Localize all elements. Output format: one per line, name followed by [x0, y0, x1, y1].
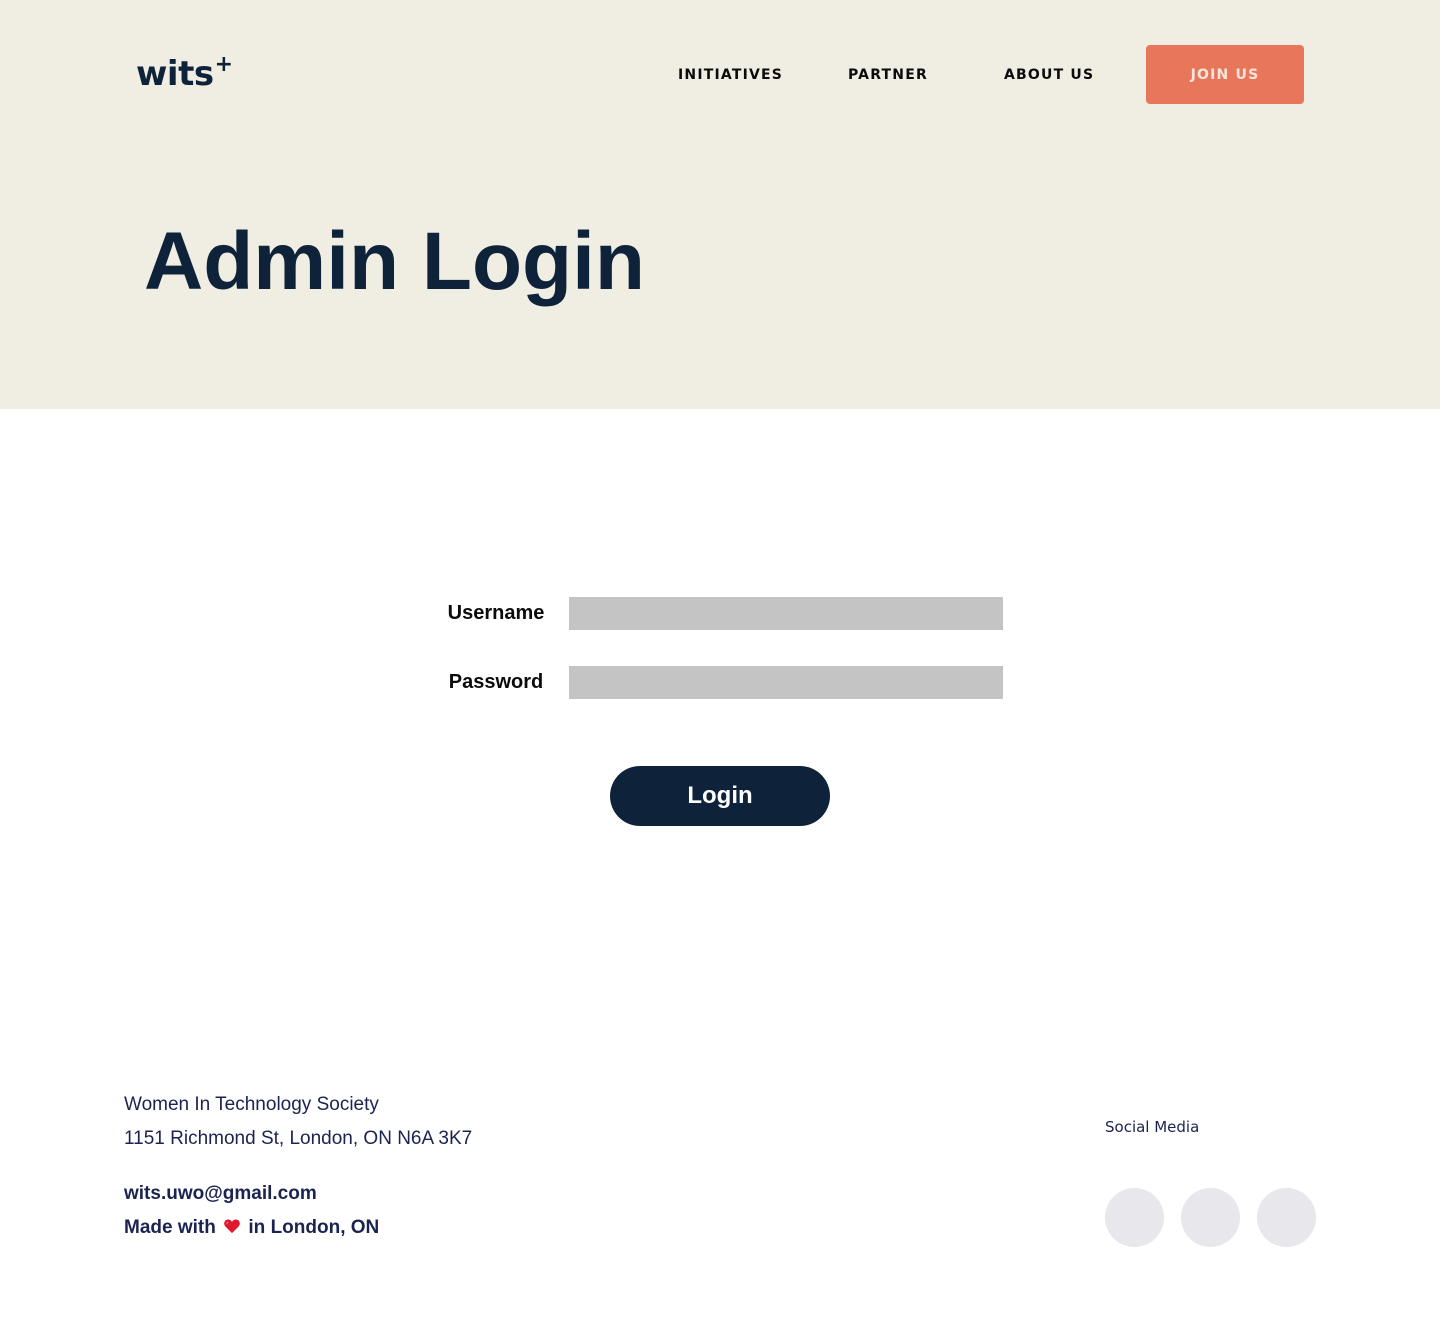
- footer-made-with: Made with in London, ON: [124, 1216, 379, 1240]
- footer-address: 1151 Richmond St, London, ON N6A 3K7: [124, 1128, 473, 1149]
- wits-logo[interactable]: wits+: [136, 52, 233, 99]
- logo-plus: +: [214, 52, 233, 77]
- hero-banner: wits+ INITIATIVES PARTNER ABOUT US JOIN …: [0, 0, 1440, 409]
- footer-org-name: Women In Technology Society: [124, 1094, 379, 1115]
- social-media-label: Social Media: [1105, 1118, 1200, 1136]
- nav-about-us[interactable]: ABOUT US: [1004, 66, 1094, 84]
- nav-partner[interactable]: PARTNER: [848, 66, 928, 84]
- login-button[interactable]: Login: [610, 766, 830, 826]
- username-input[interactable]: [569, 597, 1003, 630]
- footer-email-link[interactable]: wits.uwo@gmail.com: [124, 1182, 317, 1206]
- made-with-prefix: Made with: [124, 1217, 216, 1238]
- nav-initiatives[interactable]: INITIATIVES: [678, 66, 783, 84]
- heart-icon: [224, 1219, 240, 1234]
- page-title: Admin Login: [144, 216, 646, 307]
- logo-text: wits: [136, 54, 214, 94]
- made-with-suffix: in London, ON: [248, 1217, 380, 1238]
- password-label: Password: [448, 671, 544, 693]
- social-icon-1[interactable]: [1105, 1188, 1164, 1247]
- password-input[interactable]: [569, 666, 1003, 699]
- social-icon-2[interactable]: [1181, 1188, 1240, 1247]
- join-us-button[interactable]: JOIN US: [1146, 45, 1304, 104]
- username-label: Username: [447, 602, 545, 624]
- social-icon-3[interactable]: [1257, 1188, 1316, 1247]
